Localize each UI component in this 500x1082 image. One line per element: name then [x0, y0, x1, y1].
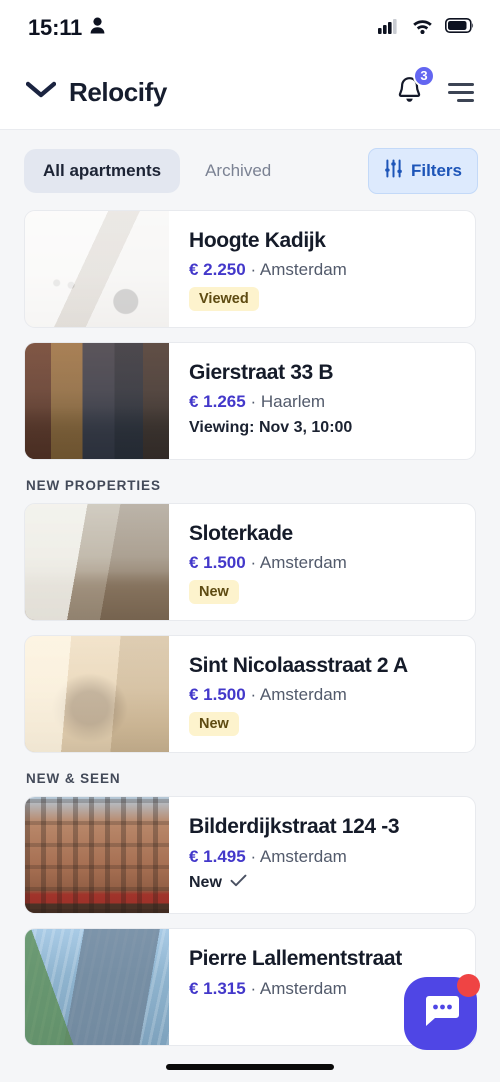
property-title: Bilderdijkstraat 124 -3 [189, 815, 400, 839]
property-thumbnail [25, 636, 169, 753]
property-card-body: Gierstraat 33 B € 1.265 · Haarlem Viewing:… [169, 343, 475, 459]
status-bar-clock: 15:11 [28, 15, 83, 40]
property-card[interactable]: Gierstraat 33 B € 1.265 · Haarlem Viewing:… [24, 342, 476, 461]
price-location-separator: · [245, 260, 260, 280]
property-price: € 2.250 [189, 260, 246, 280]
property-card[interactable]: Hoogte Kadijk € 2.250 · Amsterdam Viewed [24, 210, 476, 329]
wifi-icon [411, 17, 434, 39]
cellular-signal-icon [378, 18, 400, 39]
status-bar-left: 15:11 [28, 15, 105, 41]
property-price: € 1.500 [189, 553, 246, 573]
property-thumbnail [25, 797, 169, 914]
status-badge: New [189, 580, 239, 605]
home-indicator [166, 1064, 334, 1070]
chevron-down-logo-icon [25, 81, 57, 104]
status-flag-label: New [189, 873, 222, 891]
property-price: € 1.495 [189, 846, 246, 866]
property-city: Amsterdam [259, 260, 347, 280]
property-city: Amsterdam [259, 978, 347, 998]
price-location-separator: · [245, 553, 260, 573]
property-thumbnail [25, 211, 169, 328]
price-location-separator: · [245, 846, 260, 866]
property-card-body: Hoogte Kadijk € 2.250 · Amsterdam Viewed [169, 211, 475, 327]
notification-count-badge: 3 [413, 64, 435, 87]
status-badge: New [189, 712, 239, 737]
unread-dot-icon [457, 974, 480, 997]
hamburger-line [448, 83, 474, 86]
checkmark-icon [230, 874, 247, 892]
property-card[interactable]: Bilderdijkstraat 124 -3 € 1.495 · Amsterd… [24, 796, 476, 915]
brand-logo[interactable]: Relocify [25, 77, 167, 108]
property-title: Sloterkade [189, 522, 293, 546]
property-card[interactable]: Sint Nicolaasstraat 2 A € 1.500 · Amsterd… [24, 635, 476, 754]
property-price: € 1.315 [189, 978, 246, 998]
notifications-button[interactable]: 3 [396, 64, 435, 110]
property-thumbnail [25, 343, 169, 460]
property-card-body: Bilderdijkstraat 124 -3 € 1.495 · Amsterd… [169, 797, 475, 913]
hamburger-line [448, 91, 474, 94]
hamburger-menu-icon[interactable] [448, 83, 474, 102]
app-root: 15:11 Relocify 3 All apartments Archived… [0, 0, 500, 1082]
tab-bar: All apartments Archived Filters [0, 130, 500, 210]
property-city: Haarlem [260, 392, 326, 412]
app-header: Relocify 3 [0, 56, 500, 130]
chat-fab-button[interactable] [404, 974, 480, 1050]
tab-archived[interactable]: Archived [186, 149, 290, 193]
property-city: Amsterdam [259, 553, 347, 573]
property-thumbnail [25, 929, 169, 1046]
status-badge: Viewed [189, 287, 259, 312]
property-city: Amsterdam [259, 846, 347, 866]
property-card-list: Sloterkade € 1.500 · Amsterdam New Sint Nic… [0, 503, 500, 754]
price-location-separator: · [245, 685, 260, 705]
property-card[interactable]: Sloterkade € 1.500 · Amsterdam New [24, 503, 476, 622]
filters-label: Filters [410, 161, 462, 180]
battery-icon [445, 18, 474, 38]
status-bar: 15:11 [0, 0, 500, 56]
section-label: NEW PROPERTIES [26, 478, 161, 494]
property-card-list: Hoogte Kadijk € 2.250 · Amsterdam Viewed Gi… [0, 210, 500, 461]
sliders-icon [384, 159, 403, 183]
tab-all-apartments[interactable]: All apartments [24, 149, 181, 193]
property-card-body: Sloterkade € 1.500 · Amsterdam New [169, 504, 475, 620]
property-title: Hoogte Kadijk [189, 229, 326, 252]
property-title: Gierstraat 33 B [189, 361, 334, 385]
property-title: Sint Nicolaasstraat 2 A [189, 654, 408, 678]
property-price: € 1.500 [189, 685, 246, 705]
status-flag: New [189, 874, 459, 892]
price-location-separator: · [245, 392, 261, 412]
chat-bubble-icon [421, 993, 461, 1034]
property-price-location: € 2.250 · Amsterdam [189, 260, 459, 280]
property-price-location: € 1.495 · Amsterdam [189, 847, 459, 867]
status-bar-right [378, 17, 474, 39]
hamburger-line [457, 99, 474, 102]
section-label: NEW & SEEN [26, 771, 121, 787]
price-location-separator: · [245, 978, 260, 998]
property-price-location: € 1.500 · Amsterdam [189, 685, 459, 705]
property-city: Amsterdam [259, 685, 347, 705]
property-price: € 1.265 [189, 392, 246, 412]
property-sections: Hoogte Kadijk € 2.250 · Amsterdam Viewed Gi… [0, 210, 500, 1047]
brand-name: Relocify [69, 77, 167, 107]
header-actions: 3 [396, 64, 474, 110]
viewing-appointment: Viewing: Nov 3, 10:00 [189, 419, 353, 437]
property-price-location: € 1.500 · Amsterdam [189, 553, 459, 573]
property-thumbnail [25, 504, 169, 621]
property-title: Pierre Lallementstraat [189, 947, 402, 971]
property-card-body: Sint Nicolaasstraat 2 A € 1.500 · Amsterd… [169, 636, 475, 752]
property-price-location: € 1.265 · Haarlem [189, 392, 459, 412]
filters-button[interactable]: Filters [367, 148, 478, 194]
person-icon [90, 17, 105, 39]
